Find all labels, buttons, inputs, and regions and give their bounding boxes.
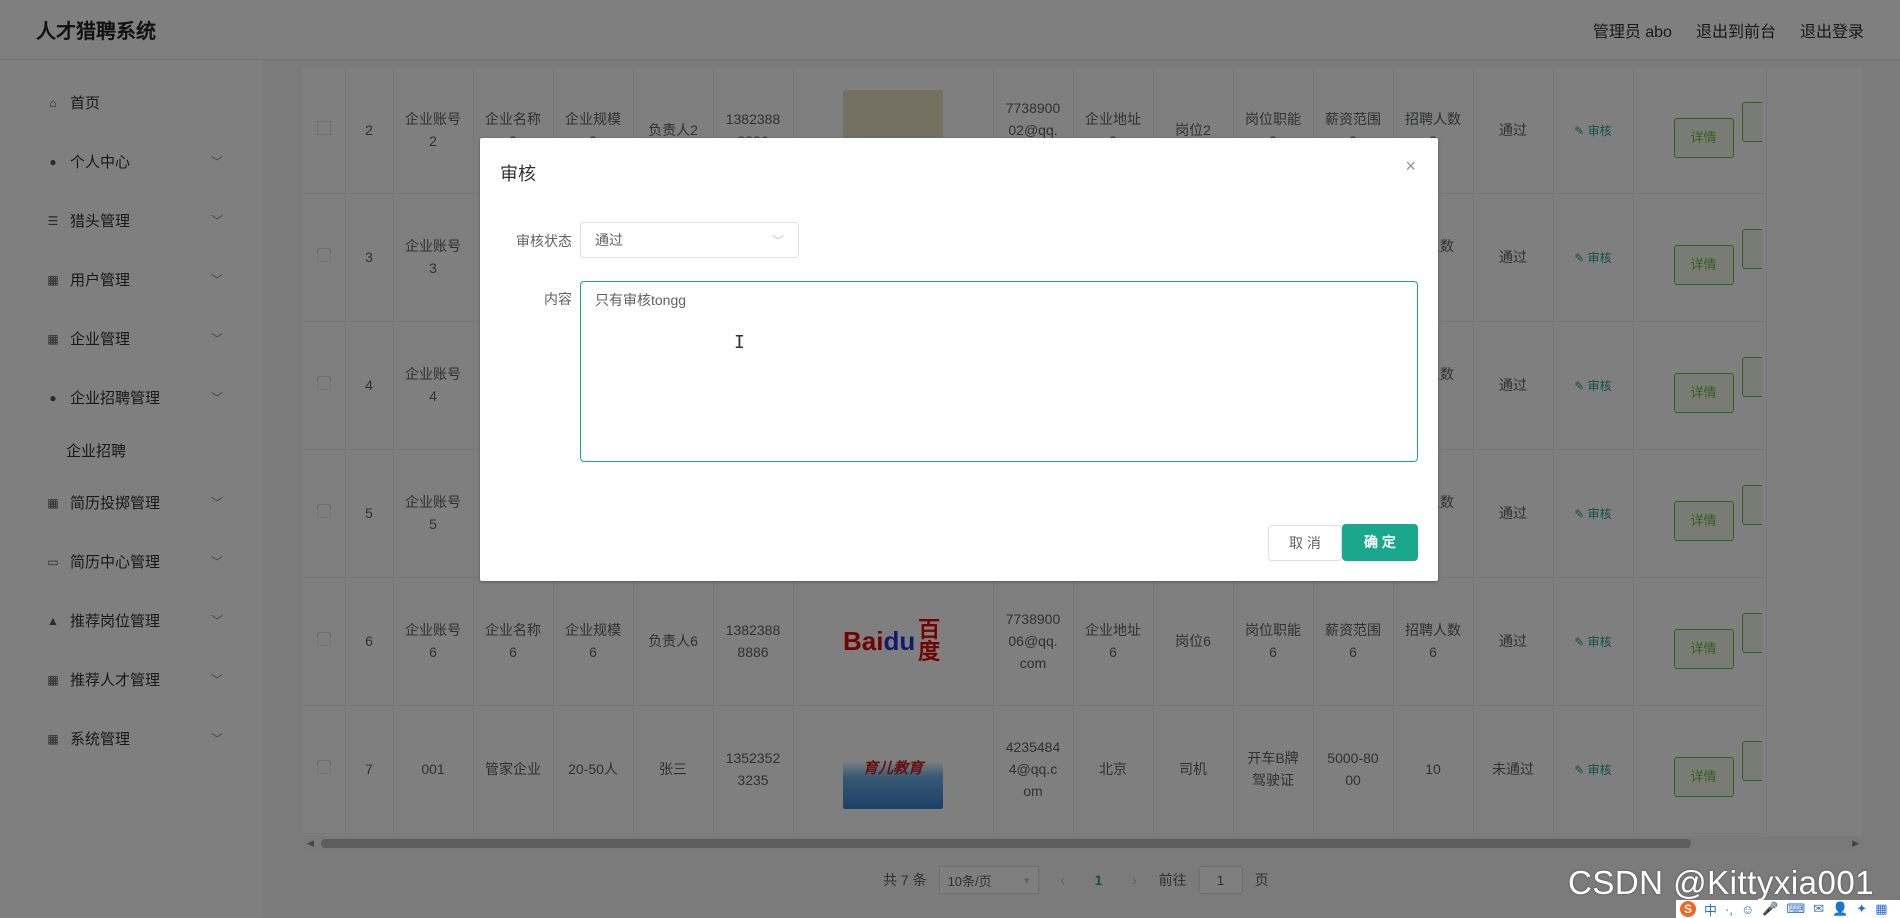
ime-tool-icon[interactable]: ⌨ bbox=[1786, 901, 1805, 917]
ime-tool-icon[interactable]: 👤 bbox=[1832, 901, 1848, 917]
status-value: 通过 bbox=[595, 232, 623, 248]
content-label: 内容 bbox=[544, 291, 572, 307]
audit-dialog: 审核 × 审核状态 通过 ﹀ 内容 只有审核tongg I 取 消 确 定 bbox=[480, 138, 1438, 581]
ime-tool-icon[interactable]: 🎤 bbox=[1762, 901, 1778, 917]
watermark: CSDN @Kittyxia001 bbox=[1568, 864, 1875, 901]
chevron-down-icon: ﹀ bbox=[771, 233, 784, 248]
ime-tool-icon[interactable]: ☺ bbox=[1741, 902, 1754, 917]
status-label: 审核状态 bbox=[516, 233, 572, 249]
confirm-button[interactable]: 确 定 bbox=[1342, 524, 1418, 561]
ime-tool-icon[interactable]: ✦ bbox=[1856, 901, 1867, 917]
ime-toolbar[interactable]: S 中 ·, ☺ 🎤 ⌨ ✉ 👤 ✦ ▦ bbox=[1676, 900, 1900, 918]
dialog-title: 审核 bbox=[500, 164, 536, 184]
ime-tool-icon[interactable]: ▦ bbox=[1875, 901, 1887, 917]
cancel-button[interactable]: 取 消 bbox=[1268, 525, 1342, 561]
ime-tool-icon[interactable]: ·, bbox=[1725, 902, 1733, 917]
content-textarea[interactable]: 只有审核tongg bbox=[580, 281, 1418, 462]
close-icon[interactable]: × bbox=[1405, 156, 1416, 177]
status-select[interactable]: 通过 ﹀ bbox=[580, 222, 799, 258]
ime-logo-icon[interactable]: S bbox=[1680, 901, 1696, 917]
ime-tool-icon[interactable]: ✉ bbox=[1813, 901, 1824, 917]
ime-tool-icon[interactable]: 中 bbox=[1704, 900, 1717, 918]
text-cursor-icon: I bbox=[734, 332, 745, 353]
